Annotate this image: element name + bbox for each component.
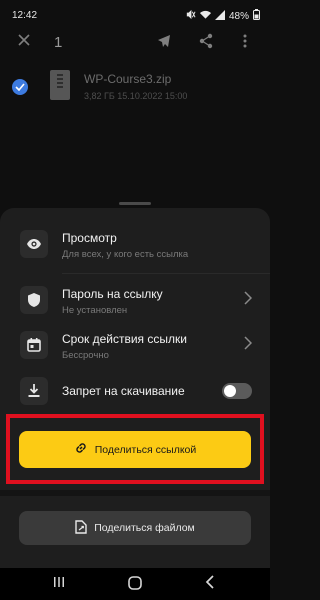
mute-icon — [185, 9, 196, 23]
section-separator — [0, 490, 270, 496]
file-name: WP-Course3.zip — [84, 72, 172, 86]
option-disable-download[interactable]: Запрет на скачивание — [0, 368, 270, 414]
battery-percent: 48% — [228, 10, 249, 22]
share-file-button[interactable]: Поделиться файлом — [19, 511, 251, 545]
link-icon — [74, 441, 88, 458]
recents-icon[interactable] — [52, 575, 66, 594]
zip-file-icon — [50, 70, 70, 100]
file-meta: 3,82 ГБ 15.10.2022 15:00 — [84, 91, 188, 101]
option-title: Просмотр — [62, 231, 117, 245]
status-time: 12:42 — [12, 10, 38, 21]
calendar-icon — [20, 331, 48, 359]
option-title: Срок действия ссылки — [62, 332, 187, 346]
system-nav-bar — [0, 568, 270, 600]
more-vert-icon[interactable] — [242, 33, 248, 53]
option-title: Пароль на ссылку — [62, 287, 163, 301]
close-icon[interactable] — [17, 33, 31, 51]
divider — [62, 273, 270, 274]
status-bar: 12:42 48% — [0, 0, 270, 30]
selected-count: 1 — [54, 34, 63, 51]
checkmark-icon[interactable] — [12, 79, 28, 95]
battery-icon — [253, 9, 260, 23]
option-subtitle: Бессрочно — [62, 350, 109, 361]
download-icon — [20, 377, 48, 405]
share-link-label: Поделиться ссылкой — [94, 443, 197, 456]
option-link-expiry[interactable]: Срок действия ссылки Бессрочно — [0, 322, 270, 368]
download-ban-toggle[interactable] — [222, 383, 252, 399]
home-icon[interactable] — [127, 575, 143, 596]
sheet-handle[interactable] — [119, 202, 151, 205]
file-row[interactable]: WP-Course3.zip 3,82 ГБ 15.10.2022 15:00 — [0, 64, 270, 110]
status-icons: 48% — [185, 9, 260, 23]
option-title: Запрет на скачивание — [62, 384, 185, 398]
share-icon[interactable] — [198, 33, 214, 53]
share-link-button[interactable]: Поделиться ссылкой — [19, 431, 251, 468]
eye-icon — [20, 230, 48, 258]
selection-toolbar: 1 — [0, 30, 270, 60]
toggle-knob — [224, 385, 236, 397]
wifi-icon — [199, 10, 211, 23]
file-share-icon — [75, 519, 87, 537]
option-link-password[interactable]: Пароль на ссылку Не установлен — [0, 277, 270, 323]
shield-icon — [20, 286, 48, 314]
share-file-label: Поделиться файлом — [94, 522, 195, 534]
airplane-icon[interactable] — [156, 33, 172, 53]
chevron-right-icon — [244, 291, 253, 310]
option-subtitle: Для всех, у кого есть ссылка — [62, 249, 189, 260]
chevron-right-icon — [244, 336, 253, 355]
option-view-access[interactable]: Просмотр Для всех, у кого есть ссылка — [0, 221, 270, 267]
option-subtitle: Не установлен — [62, 305, 128, 316]
back-icon[interactable] — [204, 575, 216, 594]
signal-icon — [214, 9, 225, 23]
